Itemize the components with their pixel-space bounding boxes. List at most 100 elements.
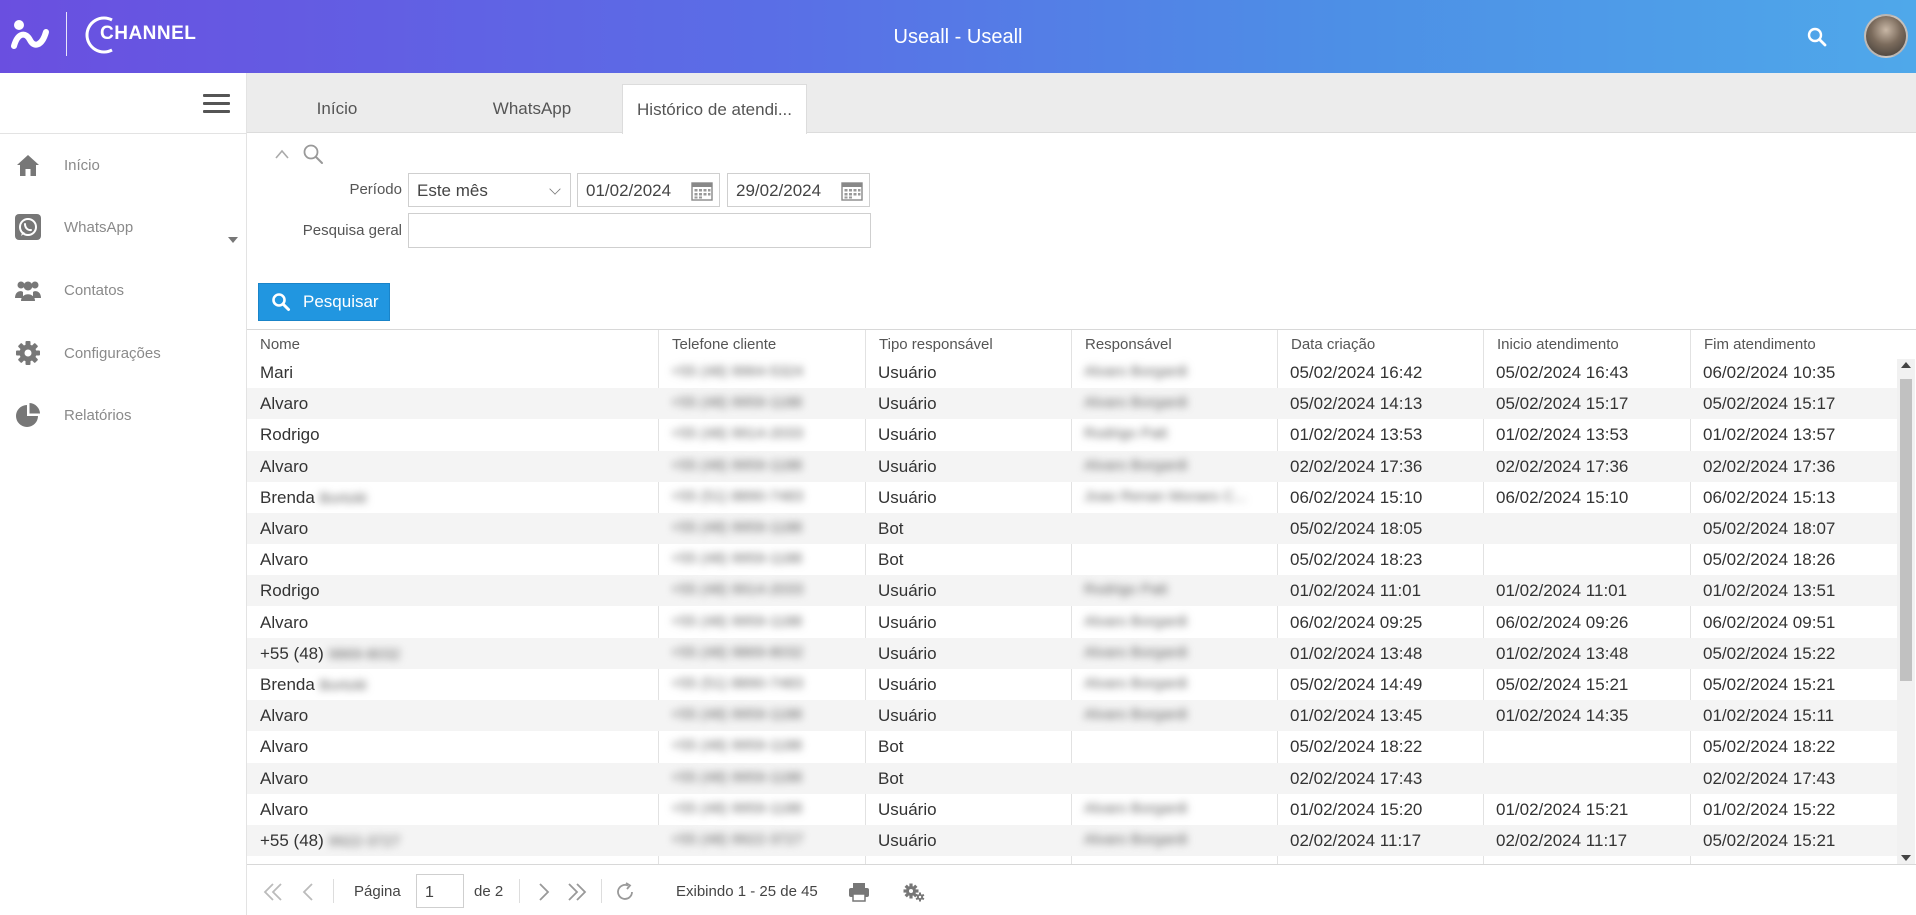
col-nome-cell: +55 (48) 9869-8032 [260,644,400,664]
col-fim-atendimento-cell: 06/02/2024 09:51 [1703,612,1836,632]
sidebar-item-relatorios[interactable]: Relatórios [0,391,247,439]
column-header-label: Fim atendimento [1704,336,1816,353]
pesquisar-button[interactable]: Pesquisar [258,283,390,321]
user-avatar[interactable] [1864,14,1908,58]
col-responsavel-cell: Alvaro Borgardi [1084,643,1188,661]
col-tipo-responsavel-cell: Usuário [878,425,937,445]
col-data-criacao-cell: 01/02/2024 13:45 [1290,706,1423,726]
scroll-up-icon[interactable] [1901,362,1911,368]
col-telefone-cliente-cell: +55 (48) 9959-1188 [671,612,803,630]
sidebar-item-inicio[interactable]: Início [0,141,247,189]
previous-page-icon[interactable] [297,880,321,904]
col-responsavel-cell: Alvaro Borgardi [1084,363,1188,380]
filter-search-icon[interactable] [302,143,324,165]
search-icon[interactable] [1806,26,1828,48]
pager-divider [601,879,602,903]
col-fim-atendimento-cell: 02/02/2024 17:36 [1703,456,1836,476]
col-responsavel-cell: Rodrigo Patt [1084,581,1168,599]
table-row[interactable]: Brenda Bortolé +55 (51) 8890-7483 Usuário J… [247,482,1897,513]
table-row[interactable]: Brenda Bortolé +55 (51) 8890-7483 Usuário A… [247,669,1897,700]
col-tipo-responsavel-cell: Usuário [878,612,937,632]
table-row[interactable]: Alvaro +55 (48) 9959-1188 Bot 05/02/2024 18… [247,544,1897,575]
col-inicio-atendimento-cell: 02/02/2024 11:17 [1496,831,1628,850]
sidebar-item-contatos[interactable]: Contatos [0,266,247,314]
col-data-criacao-cell: 01/02/2024 15:20 [1290,799,1423,819]
col-nome-cell: Alvaro [260,456,309,476]
home-icon [17,155,39,176]
table-row[interactable]: Alvaro +55 (48) 9959-1188 Bot 05/02/2024 18… [247,731,1897,762]
search-icon [272,293,290,311]
column-header-label: Responsável [1085,336,1172,353]
grid-scrollbar[interactable] [1897,359,1915,864]
settings-gears-icon[interactable] [902,880,926,904]
date-from-field[interactable]: 01/02/2024 [577,173,720,207]
col-tipo-responsavel-cell: Usuário [878,675,937,694]
tab-inicio[interactable]: Início [277,84,397,134]
tab-historico-atendimento[interactable]: Histórico de atendi... [622,84,807,134]
scrollbar-thumb[interactable] [1900,379,1912,681]
col-inicio-atendimento-cell: 01/02/2024 13:53 [1496,425,1629,445]
pesquisa-geral-input[interactable] [408,213,871,248]
refresh-icon[interactable] [613,880,637,904]
col-tipo-responsavel-cell: Usuário [878,581,937,601]
results-grid: Nome Telefone cliente Tipo responsável Resp… [247,329,1916,865]
col-responsavel-cell: Alvaro Borgardi [1084,675,1188,692]
col-nome-cell: Alvaro [260,768,309,788]
scroll-down-icon[interactable] [1901,855,1911,861]
table-row[interactable]: Alvaro +55 (48) 9959-1188 Usuário Alvaro Bo… [247,700,1897,732]
table-row[interactable]: Rodrigo +55 (48) 9914-2033 Usuário Rodrigo … [247,419,1897,450]
periodo-select[interactable]: Este mês [408,173,571,207]
table-row[interactable]: Alvaro +55 (48) 9959-1188 Usuário Alvaro Bo… [247,607,1897,638]
page-number-input[interactable]: 1 [416,874,464,908]
collapse-filter-icon[interactable] [274,147,290,161]
sidebar-item-label: Relatórios [64,406,132,424]
col-tipo-responsavel-cell: Usuário [878,363,937,382]
col-nome-cell: Brenda Bortolé [260,675,367,695]
col-inicio-atendimento-cell: 06/02/2024 15:10 [1496,487,1629,507]
table-row[interactable]: Alvaro +55 (48) 9959-1188 Usuário Alvaro Bo… [247,388,1897,420]
col-fim-atendimento-cell: 01/02/2024 15:22 [1703,799,1836,819]
periodo-select-value: Este mês [417,181,488,200]
name-redacted-part: 9922-3727 [328,833,401,850]
sidebar-item-whatsapp[interactable]: WhatsApp [0,203,247,251]
column-header-label: Telefone cliente [672,336,777,353]
sidebar-item-label: Início [64,156,100,174]
col-telefone-cliente-cell: +55 (48) 9959-1188 [671,456,803,474]
tab-whatsapp[interactable]: WhatsApp [457,84,607,134]
calendar-icon[interactable] [841,181,863,201]
table-row[interactable]: +55 (48) 9869-8032 +55 (48) 9869-8032 Usuá… [247,637,1897,669]
col-fim-atendimento-cell: 06/02/2024 10:35 [1703,363,1836,382]
pie-chart-icon [16,403,40,427]
first-page-icon[interactable] [261,880,285,904]
col-responsavel-cell: Alvaro Borgardi [1084,394,1188,412]
sidebar-divider [0,133,247,134]
last-page-icon[interactable] [565,880,589,904]
name-visible-part: +55 (48) [260,643,329,663]
col-inicio-atendimento-cell: 06/02/2024 09:26 [1496,612,1629,632]
col-responsavel-cell: Alvaro Borgardi [1084,612,1188,630]
print-icon[interactable] [847,880,871,904]
next-page-icon[interactable] [531,880,555,904]
table-row[interactable]: Alvaro +55 (48) 9959-1188 Usuário Alvaro Bo… [247,450,1897,482]
sidebar-item-label: Contatos [64,281,125,299]
col-data-criacao-cell: 01/02/2024 13:48 [1290,643,1423,663]
table-row[interactable]: Alvaro +55 (48) 9959-1188 Bot 05/02/2024 18… [247,513,1897,544]
hamburger-menu-icon[interactable] [203,94,230,114]
col-nome-cell: Alvaro [260,706,309,726]
table-row[interactable]: Mari +55 (48) 9964-5324 Usuário Alvaro Borg… [247,357,1897,388]
col-data-criacao-cell: 06/02/2024 15:10 [1290,487,1423,507]
col-telefone-cliente-cell: +55 (48) 9914-2033 [671,425,804,443]
page-label: Página [354,883,401,900]
col-tipo-responsavel-cell: Usuário [878,643,937,663]
table-row[interactable]: Rodrigo +55 (48) 9914-2033 Usuário Rodrigo … [247,575,1897,607]
sidebar-item-configuracoes[interactable]: Configurações [0,329,247,377]
calendar-icon[interactable] [691,181,713,201]
date-to-field[interactable]: 29/02/2024 [727,173,870,207]
col-telefone-cliente-cell: +55 (48) 9959-1188 [671,706,803,724]
table-row[interactable]: Alvaro +55 (48) 9959-1188 Usuário Alvaro Bo… [247,794,1897,825]
col-inicio-atendimento-cell: 01/02/2024 15:21 [1496,799,1629,819]
table-row[interactable]: +55 (48) 9922-3727 +55 (48) 9922-3727 Usuá… [247,825,1897,856]
table-row[interactable]: Alvaro +55 (48) 9959-1188 Bot 02/02/2024 17… [247,762,1897,794]
chevron-down-icon[interactable] [228,237,238,243]
name-visible-part: Brenda [260,487,320,507]
